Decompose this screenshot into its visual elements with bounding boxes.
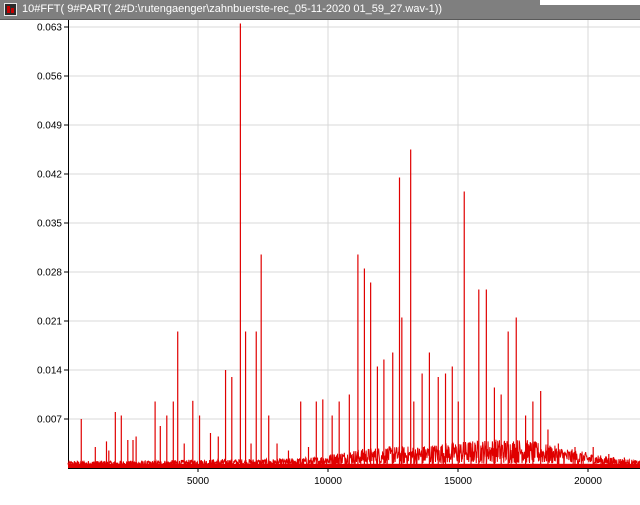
y-tick-label-6: 0.049	[37, 121, 62, 132]
y-tick-label-7: 0.056	[37, 72, 62, 83]
x-tick-label-2: 15000	[444, 476, 472, 487]
app-icon[interactable]	[4, 3, 17, 16]
spectrum-baseline	[68, 463, 640, 468]
fft-chart: 0.007 0.014 0.021 0.028 0.035 0.042 0.049 0.056…	[37, 20, 640, 487]
x-tick-label-3: 20000	[574, 476, 602, 487]
y-tick-label-2: 0.021	[37, 317, 62, 328]
y-tick-label-8: 0.063	[37, 23, 62, 34]
window-titlebar: 10#FFT( 9#PART( 2#D:\rutengaenger\zahnbu…	[0, 0, 640, 20]
y-tick-label-4: 0.035	[37, 219, 62, 230]
x-tick-label-1: 10000	[314, 476, 342, 487]
y-tick-label-3: 0.028	[37, 268, 62, 279]
y-tick-label-1: 0.014	[37, 366, 62, 377]
spectrum-noise-trace	[67, 439, 640, 469]
x-tick-label-0: 5000	[187, 476, 210, 487]
titlebar-edge	[540, 0, 640, 5]
window-title: 10#FFT( 9#PART( 2#D:\rutengaenger\zahnbu…	[22, 3, 443, 15]
fft-plot-area[interactable]: 0.007 0.014 0.021 0.028 0.035 0.042 0.049 0.056…	[0, 20, 640, 505]
y-tick-label-5: 0.042	[37, 170, 62, 181]
y-tick-label-0: 0.007	[37, 415, 62, 426]
